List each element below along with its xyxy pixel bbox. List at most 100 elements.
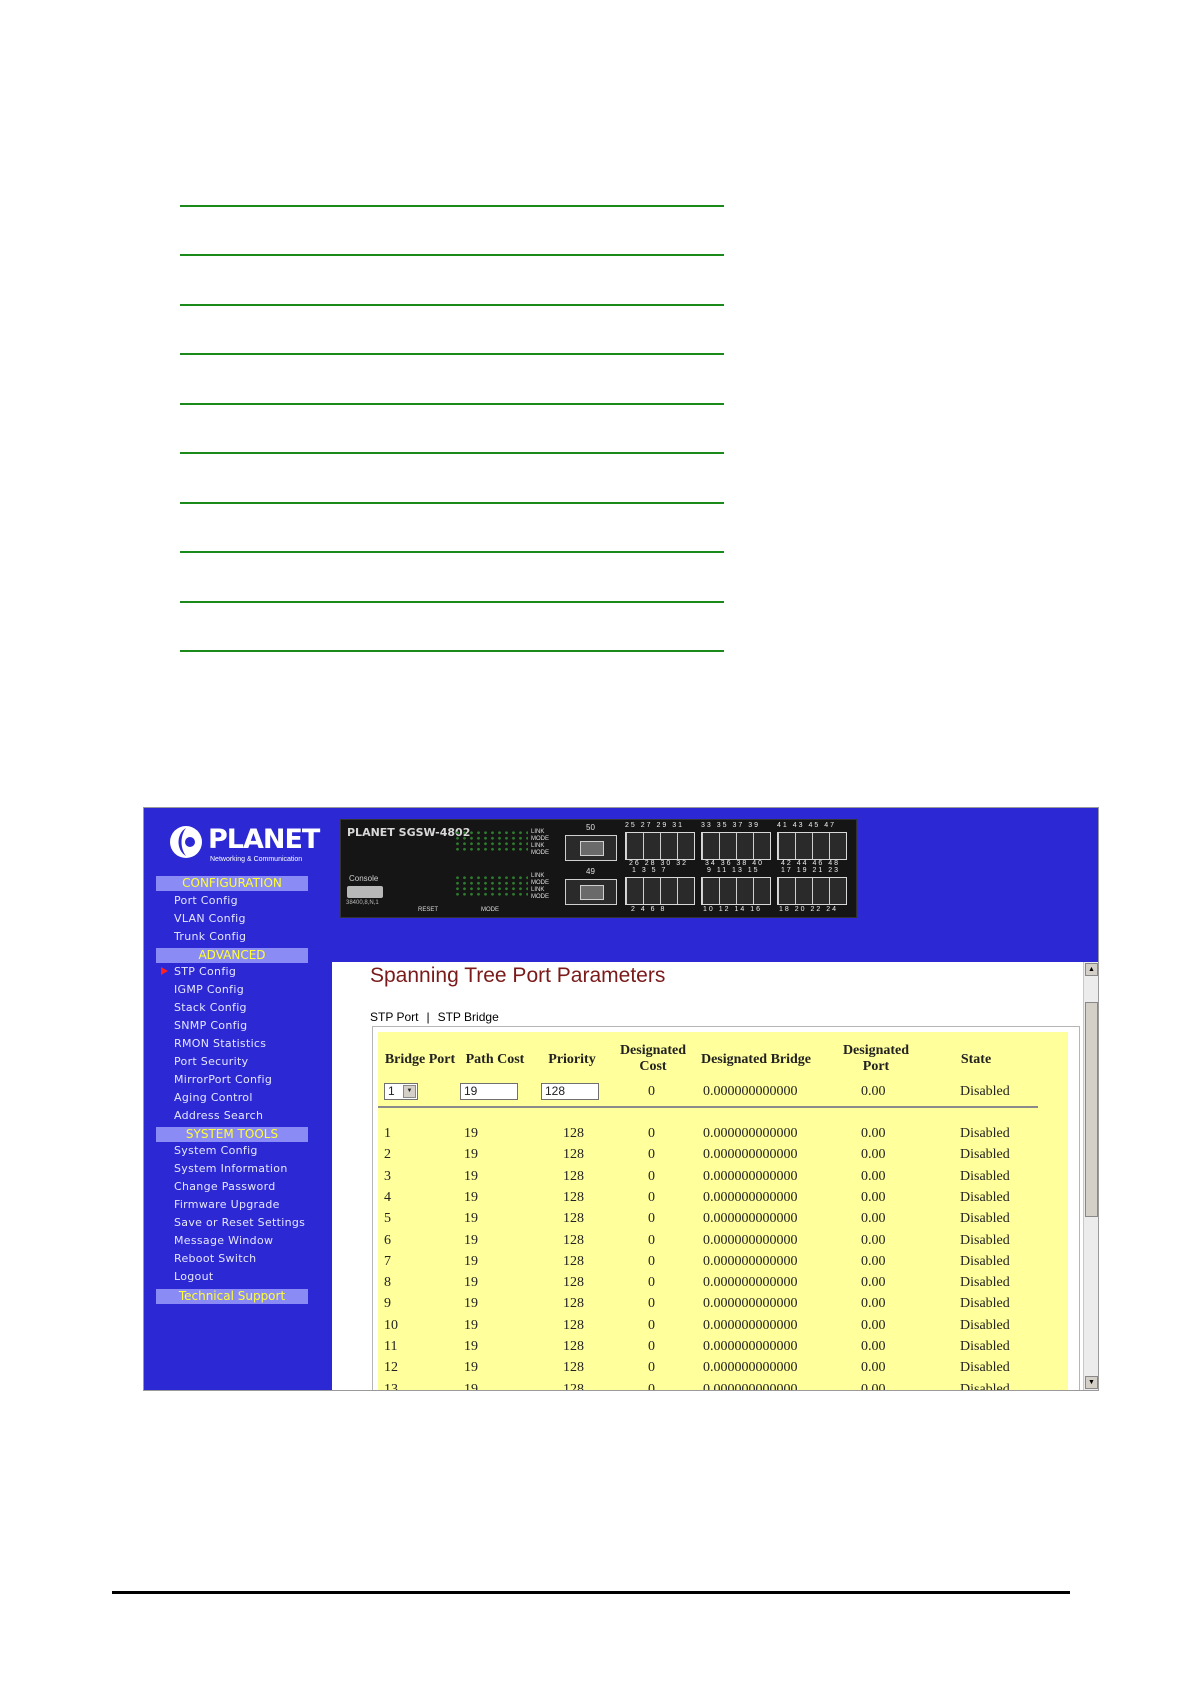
tab-stp-bridge[interactable]: STP Bridge [438,1010,499,1024]
sidebar-item-reboot-switch[interactable]: Reboot Switch [174,1252,256,1265]
sfp-port-50 [565,835,617,861]
led-array-bottom [454,875,528,897]
console-label: Console [349,874,379,883]
sidebar-item-save-reset[interactable]: Save or Reset Settings [174,1216,305,1229]
led-array-top [454,830,528,852]
row-designated-bridge: 0.000000000000 [703,1360,798,1376]
row-bridge-port: 12 [384,1360,398,1376]
led-labels-bottom: LINK MODE LINK MODE [531,873,549,900]
row-designated-cost: 0 [648,1317,655,1333]
row-priority: 128 [563,1126,584,1141]
sidebar-item-logout[interactable]: Logout [174,1270,213,1283]
sidebar-item-trunk-config[interactable]: Trunk Config [174,930,246,943]
port-numbers: 17 19 21 23 [781,867,840,874]
bridge-port-select[interactable]: 1 ▼ [384,1083,418,1100]
table-rule [180,304,724,306]
row-designated-bridge: 0.000000000000 [703,1126,798,1141]
row-designated-port: 0.00 [861,1296,886,1312]
sidebar-item-port-security[interactable]: Port Security [174,1055,248,1068]
header-bridge-port: Bridge Port [384,1052,456,1067]
row-bridge-port: 11 [384,1339,398,1354]
sidebar-item-port-config[interactable]: Port Config [174,894,238,907]
row-bridge-port: 1 [384,1126,391,1141]
port-numbers: 1 3 5 7 [632,867,668,874]
mode-label: MODE [481,907,499,913]
console-port [347,886,383,898]
row-priority: 128 [563,1381,584,1391]
section-header-technical-support[interactable]: Technical Support [156,1289,308,1304]
header-designated-cost: Designated Cost [619,1043,687,1074]
sidebar-item-stack-config[interactable]: Stack Config [174,1001,247,1014]
sidebar-item-snmp-config[interactable]: SNMP Config [174,1019,247,1032]
table-rule [180,254,724,256]
sidebar-item-aging-control[interactable]: Aging Control [174,1091,253,1104]
sidebar-item-address-search[interactable]: Address Search [174,1109,263,1122]
table-rule [180,205,724,207]
row-state: Disabled [960,1211,1010,1227]
row-priority: 128 [563,1232,584,1248]
row-designated-port: 0.00 [861,1147,886,1163]
scroll-up-icon[interactable]: ▲ [1085,963,1098,976]
edit-designated-bridge: 0.000000000000 [703,1084,798,1099]
row-designated-port: 0.00 [861,1232,886,1248]
sidebar-item-message-window[interactable]: Message Window [174,1234,273,1247]
port-numbers: 25 27 29 31 [625,822,684,829]
path-cost-input[interactable]: 19 [460,1083,518,1100]
row-priority: 128 [563,1317,584,1333]
brand-name: PLANET [208,824,320,855]
edit-state: Disabled [960,1084,1010,1099]
port-block [625,877,695,905]
vertical-scrollbar[interactable]: ▲ ▼ [1083,962,1098,1390]
row-state: Disabled [960,1317,1010,1333]
sidebar-item-mirrorport-config[interactable]: MirrorPort Config [174,1073,272,1086]
port-block [777,877,847,905]
row-designated-cost: 0 [648,1381,655,1391]
header-state: State [960,1052,992,1067]
sidebar-item-vlan-config[interactable]: VLAN Config [174,912,246,925]
table-divider [378,1106,1038,1108]
row-designated-cost: 0 [648,1189,655,1205]
port-numbers: 2 4 6 8 [631,906,667,913]
port-numbers: 42 44 46 48 [781,860,840,867]
row-designated-bridge: 0.000000000000 [703,1211,798,1227]
console-baud: 38400,8,N,1 [346,900,379,906]
stp-table-body: Bridge Port Path Cost Priority Designate… [378,1032,1068,1391]
sidebar-item-system-config[interactable]: System Config [174,1144,258,1157]
section-header-system-tools[interactable]: SYSTEM TOOLS [156,1127,308,1142]
row-path-cost: 19 [464,1189,478,1205]
row-bridge-port: 2 [384,1147,391,1163]
row-designated-cost: 0 [648,1275,655,1291]
port-block [701,832,771,860]
row-designated-port: 0.00 [861,1168,886,1184]
row-designated-bridge: 0.000000000000 [703,1232,798,1248]
section-header-advanced[interactable]: ADVANCED [156,948,308,963]
row-designated-cost: 0 [648,1360,655,1376]
row-designated-port: 0.00 [861,1381,886,1391]
row-designated-cost: 0 [648,1126,655,1141]
section-header-configuration[interactable]: CONFIGURATION [156,876,308,891]
row-designated-port: 0.00 [861,1317,886,1333]
row-designated-port: 0.00 [861,1339,886,1354]
sidebar-item-rmon-statistics[interactable]: RMON Statistics [174,1037,266,1050]
sidebar-item-igmp-config[interactable]: IGMP Config [174,983,244,996]
row-designated-bridge: 0.000000000000 [703,1147,798,1163]
sfp-label-50: 50 [586,823,595,832]
header-designated-bridge: Designated Bridge [700,1052,812,1067]
sidebar-item-firmware-upgrade[interactable]: Firmware Upgrade [174,1198,280,1211]
row-bridge-port: 6 [384,1232,391,1248]
row-state: Disabled [960,1381,1010,1391]
sidebar-item-change-password[interactable]: Change Password [174,1180,276,1193]
row-designated-port: 0.00 [861,1275,886,1291]
chevron-down-icon[interactable]: ▼ [403,1085,416,1098]
bridge-port-select-value: 1 [388,1084,395,1098]
sidebar-item-stp-config[interactable]: STP Config [160,965,236,978]
scroll-thumb[interactable] [1085,1002,1098,1217]
sidebar-item-system-information[interactable]: System Information [174,1162,288,1175]
tab-stp-port[interactable]: STP Port [370,1010,418,1024]
reset-label: RESET [418,907,439,913]
row-state: Disabled [960,1360,1010,1376]
planet-logo: PLANET Networking & Communication [168,822,320,868]
row-bridge-port: 5 [384,1211,391,1227]
priority-input[interactable]: 128 [541,1083,599,1100]
scroll-down-icon[interactable]: ▼ [1085,1376,1098,1389]
